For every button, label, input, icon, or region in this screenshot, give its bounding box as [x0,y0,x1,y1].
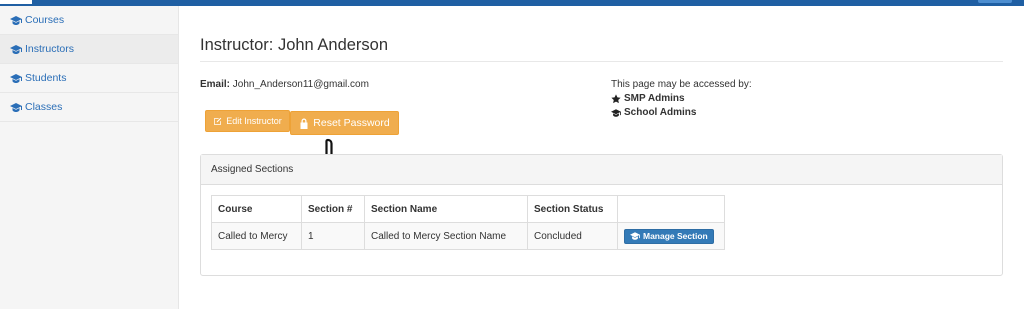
sidebar-item-label: Students [25,72,67,84]
graduation-cap-icon [10,73,22,83]
access-heading: This page may be accessed by: [611,79,752,90]
main-content: Instructor: John Anderson Email: John_An… [200,6,1003,309]
sidebar-item-label: Classes [25,101,63,113]
column-header-actions [617,195,725,223]
email-value: John_Anderson11@gmail.com [232,79,369,90]
reset-password-label: Reset Password [313,117,390,129]
sidebar-item-students[interactable]: Students [0,64,178,93]
access-role-school-admins: School Admins [611,106,752,120]
sections-table: Course Section # Section Name Section St… [211,195,725,250]
access-role-smp-admins: SMP Admins [611,92,752,106]
cell-section-name: Called to Mercy Section Name [364,222,528,250]
cell-course: Called to Mercy [211,222,302,250]
column-header-course: Course [211,195,302,223]
email-label: Email: [200,79,231,90]
sidebar: Courses Instructors Students Classes [0,6,179,309]
edit-instructor-label: Edit Instructor [226,116,282,126]
logo[interactable] [0,0,32,4]
reset-password-button[interactable]: Reset Password [290,111,399,135]
table-header-row: Course Section # Section Name Section St… [211,195,725,223]
table-row: Called to Mercy 1 Called to Mercy Sectio… [211,222,725,250]
column-header-section-status: Section Status [527,195,618,223]
sidebar-item-courses[interactable]: Courses [0,6,178,35]
email-line: Email: John_Anderson11@gmail.com [200,79,369,90]
cell-section-number: 1 [301,222,365,250]
cell-actions: Manage Section [617,222,725,250]
lock-icon [300,118,308,129]
graduation-cap-icon [630,232,640,240]
edit-icon [214,117,222,125]
manage-section-label: Manage Section [643,231,708,241]
sidebar-item-instructors[interactable]: Instructors [0,35,178,64]
divider [200,61,1003,62]
page-title: Instructor: John Anderson [200,36,389,54]
graduation-cap-icon [10,102,22,112]
manage-section-button[interactable]: Manage Section [624,228,714,244]
access-role-label: School Admins [624,107,697,118]
assigned-sections-panel: Assigned Sections Course Section # Secti… [200,154,1003,276]
graduation-cap-icon [611,109,621,117]
panel-heading: Assigned Sections [201,155,1002,185]
column-header-section-name: Section Name [364,195,528,223]
sidebar-item-label: Instructors [25,43,75,55]
navbar-toggle-button[interactable] [978,0,1012,3]
sidebar-item-classes[interactable]: Classes [0,93,178,122]
access-info: This page may be accessed by: SMP Admins… [611,78,752,120]
access-role-label: SMP Admins [624,93,685,104]
graduation-cap-icon [10,44,22,54]
cell-status: Concluded [527,222,618,250]
edit-instructor-button[interactable]: Edit Instructor [205,110,290,132]
sidebar-item-label: Courses [25,14,65,26]
graduation-cap-icon [10,15,22,25]
column-header-section-number: Section # [301,195,365,223]
star-icon [611,94,621,104]
